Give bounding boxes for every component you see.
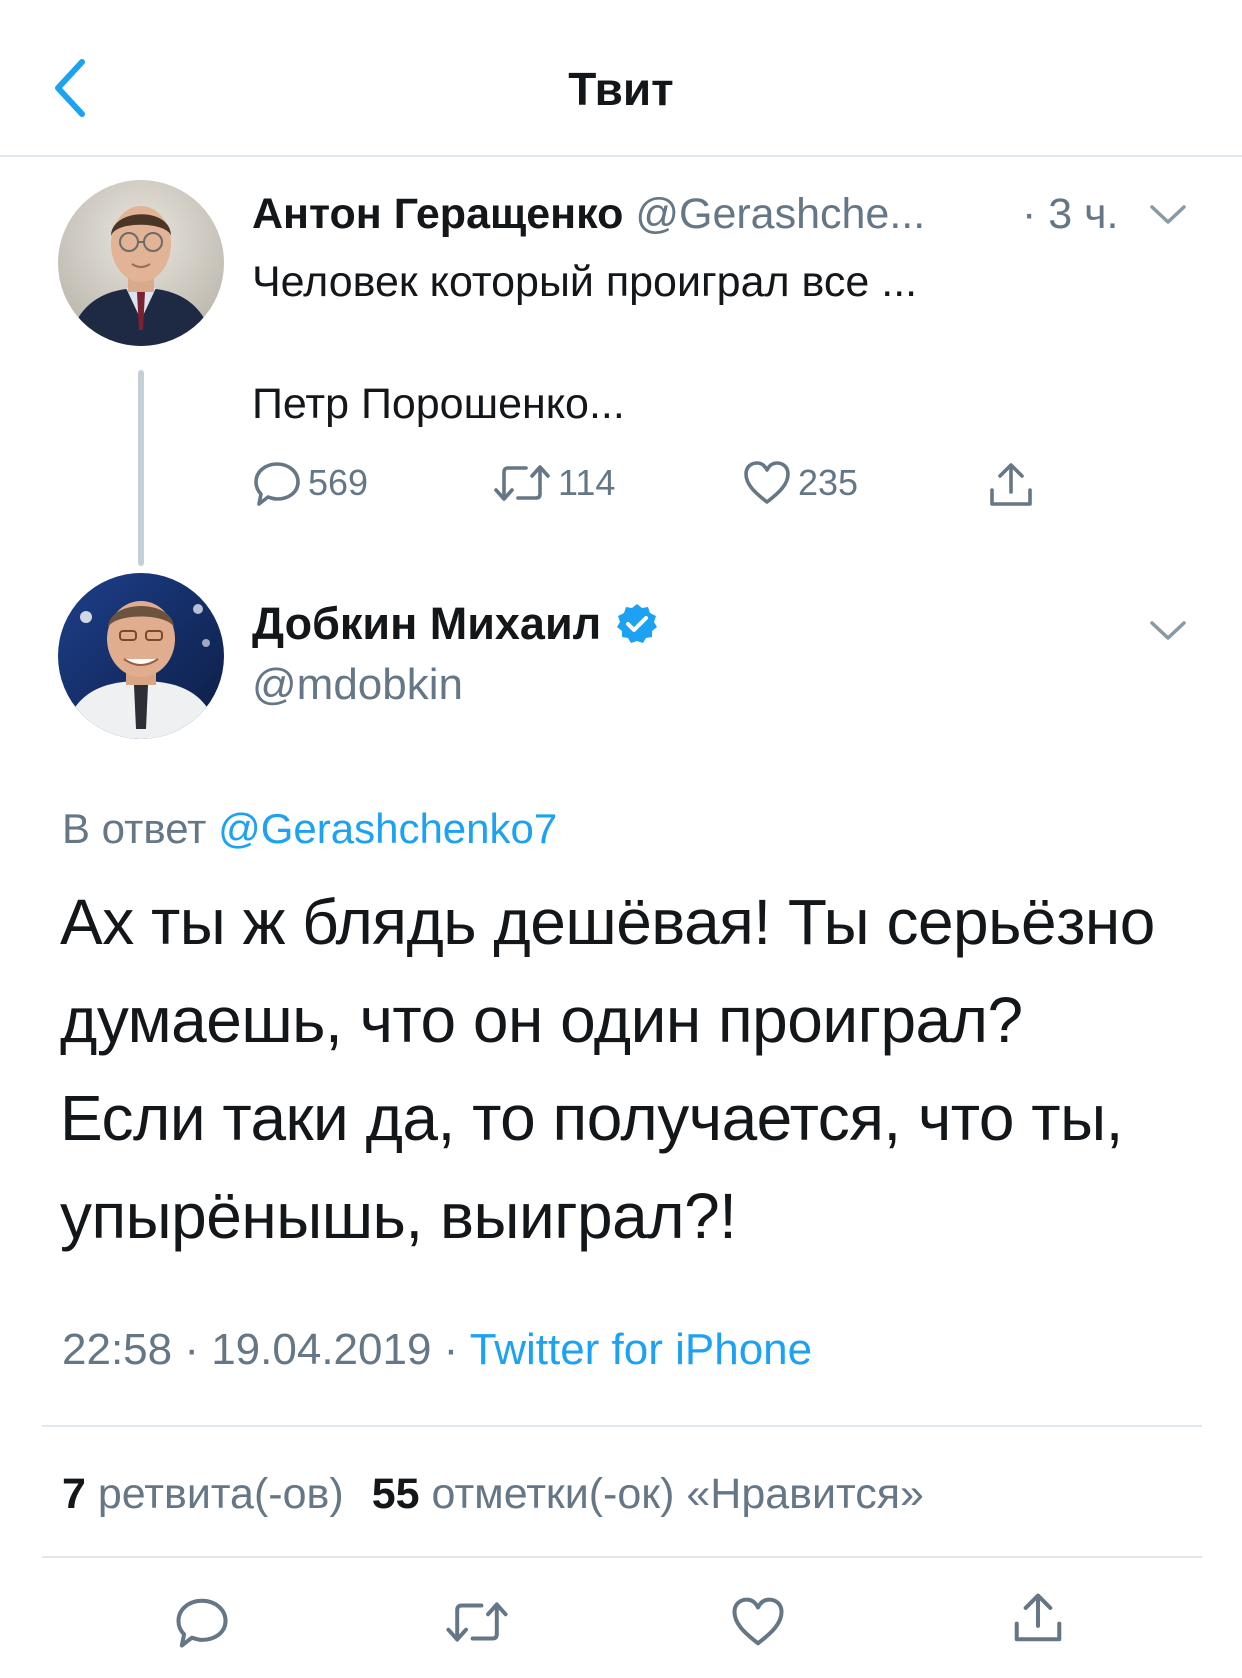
tweet-text-line-3: Если таки да, то получается, что ты, <box>60 1082 1123 1154</box>
heart-icon <box>744 461 790 504</box>
divider <box>42 1556 1202 1558</box>
parent-author-handle[interactable]: @Gerashche... <box>635 190 925 238</box>
tweet-text-line-4: упырёнышь, выиграл?! <box>60 1180 737 1252</box>
parent-text-line-2: Петр Порошенко... <box>252 380 625 428</box>
parent-retweet-action[interactable]: 114 <box>492 458 615 508</box>
retweet-stat[interactable]: 7 ретвита(-ов) <box>62 1470 344 1518</box>
divider <box>42 1425 1202 1427</box>
parent-timestamp: · 3 ч. <box>1022 190 1119 238</box>
heart-icon[interactable] <box>730 1594 786 1650</box>
author-name-row: Добкин Михаил <box>252 598 659 650</box>
share-icon[interactable] <box>1010 1590 1066 1646</box>
parent-header: Антон Геращенко @Gerashche... <box>252 190 925 239</box>
tweet-source-link[interactable]: Twitter for iPhone <box>470 1325 812 1374</box>
chevron-down-icon[interactable] <box>1148 202 1188 228</box>
reply-context: В ответ @Gerashchenko7 <box>62 805 557 853</box>
retweet-icon[interactable] <box>444 1594 510 1650</box>
retweet-stat-count: 7 <box>62 1470 86 1518</box>
parent-author-name[interactable]: Антон Геращенко <box>252 190 623 238</box>
chevron-down-icon[interactable] <box>1148 618 1188 644</box>
parent-like-count: 235 <box>798 462 859 503</box>
tweet-meta: 22:58 · 19.04.2019 · Twitter for iPhone <box>62 1325 812 1375</box>
avatar-photo-parent <box>58 180 224 346</box>
parent-text-line-1: Человек который проиграл все ... <box>252 258 918 306</box>
verified-badge-icon <box>617 604 658 643</box>
reply-icon[interactable] <box>174 1594 230 1650</box>
parent-reply-count: 569 <box>308 462 369 503</box>
like-stat-count: 55 <box>371 1470 420 1518</box>
navigation-bar: Твит <box>0 0 1242 157</box>
reply-prefix: В ответ <box>62 805 207 852</box>
share-icon[interactable] <box>986 460 1036 510</box>
author-handle[interactable]: @mdobkin <box>252 660 463 710</box>
avatar-parent[interactable] <box>58 180 224 346</box>
reply-icon <box>254 462 300 506</box>
tweet-timestamp: 22:58 · 19.04.2019 · <box>62 1325 459 1374</box>
tweet-text-line-2: думаешь, что он один проиграл? <box>60 984 1023 1056</box>
author-name[interactable]: Добкин Михаил <box>252 598 601 650</box>
avatar-photo-author <box>58 573 224 739</box>
retweet-icon <box>494 465 550 501</box>
parent-like-action[interactable]: 235 <box>742 458 858 508</box>
thread-connector <box>138 370 144 566</box>
parent-reply-action[interactable]: 569 <box>252 458 368 508</box>
reply-to-handle[interactable]: @Gerashchenko7 <box>218 805 557 852</box>
engagement-stats: 7 ретвита(-ов) 55 отметки(-ок) «Нравится» <box>62 1470 924 1519</box>
parent-retweet-count: 114 <box>558 462 616 503</box>
page-title: Твит <box>568 63 674 115</box>
like-stat-label: отметки(-ок) «Нравится» <box>431 1470 924 1518</box>
retweet-stat-label: ретвита(-ов) <box>97 1470 344 1518</box>
like-stat[interactable]: 55 отметки(-ок) «Нравится» <box>372 1470 924 1518</box>
avatar-author[interactable] <box>58 573 224 739</box>
tweet-text-line-1: Ах ты ж блядь дешёвая! Ты серьёзно <box>60 886 1155 958</box>
